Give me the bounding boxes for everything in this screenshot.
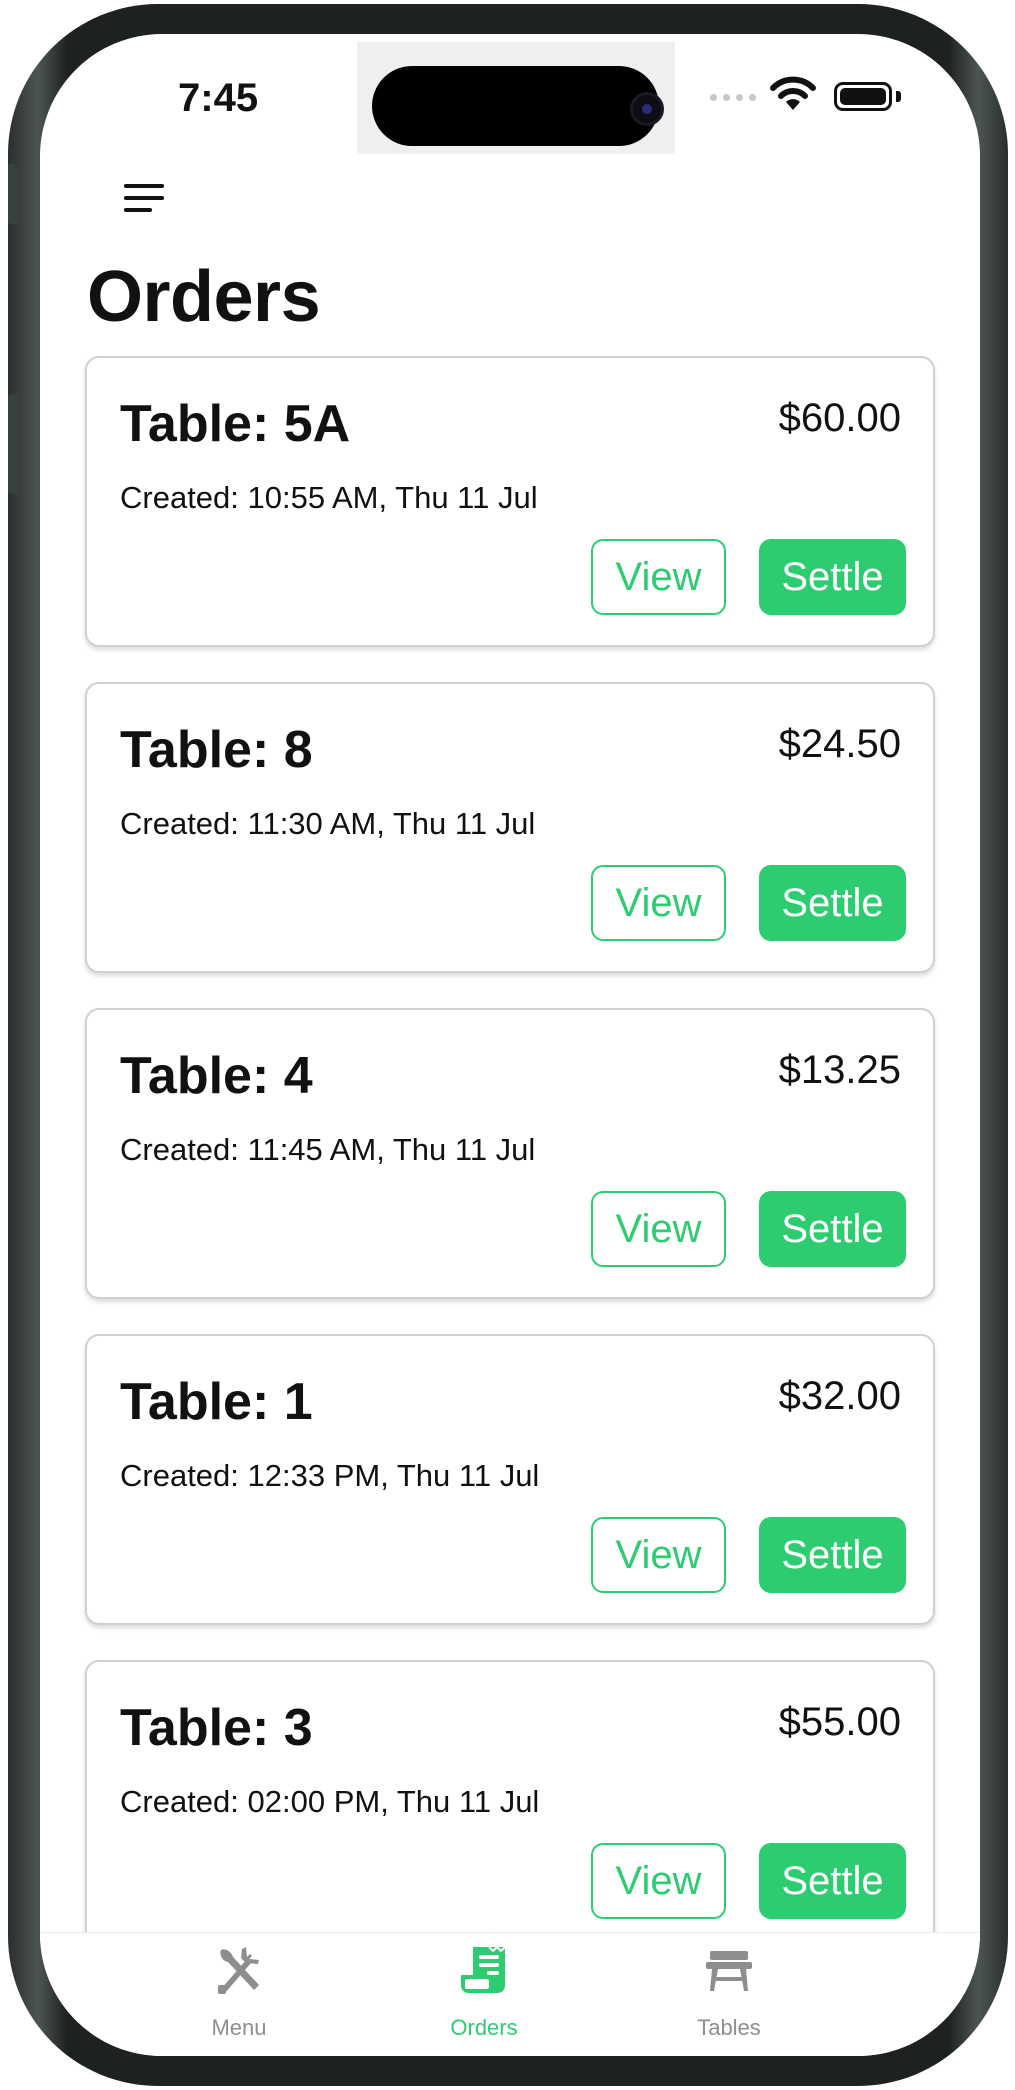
battery-icon (834, 82, 892, 111)
cellular-signal-icon (710, 94, 756, 101)
settle-order-button[interactable]: Settle (759, 1191, 906, 1267)
screen: 7:45 Orders Table: 5A $60.00 Created: 10… (40, 34, 980, 2056)
settle-order-button[interactable]: Settle (759, 1517, 906, 1593)
table-icon (706, 1951, 752, 1991)
view-order-button[interactable]: View (591, 1191, 726, 1267)
status-bar: 7:45 (40, 34, 980, 164)
battery-cap (896, 91, 901, 102)
order-card: Table: 1 $32.00 Created: 12:33 PM, Thu 1… (85, 1334, 935, 1625)
order-total: $13.25 (778, 1048, 901, 1092)
order-table-label: Table: 8 (120, 721, 313, 779)
side-button-action (8, 164, 18, 224)
order-card: Table: 3 $55.00 Created: 02:00 PM, Thu 1… (85, 1660, 935, 1951)
settle-order-button[interactable]: Settle (759, 539, 906, 615)
view-order-button[interactable]: View (591, 539, 726, 615)
order-table-label: Table: 5A (120, 395, 351, 453)
tab-menu-label: Menu (211, 2015, 267, 2040)
settle-order-button[interactable]: Settle (759, 865, 906, 941)
hamburger-menu-icon[interactable] (120, 176, 176, 226)
order-card: Table: 5A $60.00 Created: 10:55 AM, Thu … (85, 356, 935, 647)
camera-icon (630, 92, 664, 126)
status-time: 7:45 (178, 76, 259, 120)
tab-menu[interactable]: Menu (139, 1933, 339, 2056)
order-table-label: Table: 1 (120, 1373, 313, 1431)
tab-orders-label: Orders (450, 2015, 518, 2040)
order-created-time: Created: 11:30 AM, Thu 11 Jul (120, 806, 536, 841)
view-order-button[interactable]: View (591, 1843, 726, 1919)
order-card: Table: 8 $24.50 Created: 11:30 AM, Thu 1… (85, 682, 935, 973)
tab-bar: Menu Orders Tables (40, 1932, 980, 2056)
order-created-time: Created: 02:00 PM, Thu 11 Jul (120, 1784, 540, 1819)
utensils-icon (218, 1947, 259, 1994)
view-order-button[interactable]: View (591, 1517, 726, 1593)
order-created-time: Created: 11:45 AM, Thu 11 Jul (120, 1132, 536, 1167)
order-created-time: Created: 12:33 PM, Thu 11 Jul (120, 1458, 540, 1493)
tab-tables[interactable]: Tables (629, 1933, 829, 2056)
wifi-icon (770, 76, 816, 110)
side-button-volume (8, 394, 18, 494)
order-total: $60.00 (778, 396, 901, 440)
page-title: Orders (87, 257, 321, 337)
tab-orders[interactable]: Orders (384, 1933, 584, 2056)
order-created-time: Created: 10:55 AM, Thu 11 Jul (120, 480, 538, 515)
dynamic-island (372, 66, 659, 146)
order-total: $32.00 (778, 1374, 901, 1418)
order-card: Table: 4 $13.25 Created: 11:45 AM, Thu 1… (85, 1008, 935, 1299)
order-table-label: Table: 4 (120, 1047, 313, 1105)
order-total: $24.50 (778, 722, 901, 766)
orders-list: Table: 5A $60.00 Created: 10:55 AM, Thu … (85, 356, 935, 1986)
order-table-label: Table: 3 (120, 1699, 313, 1757)
receipt-icon (461, 1945, 506, 1993)
view-order-button[interactable]: View (591, 865, 726, 941)
settle-order-button[interactable]: Settle (759, 1843, 906, 1919)
order-total: $55.00 (778, 1700, 901, 1744)
tab-tables-label: Tables (697, 2015, 761, 2040)
